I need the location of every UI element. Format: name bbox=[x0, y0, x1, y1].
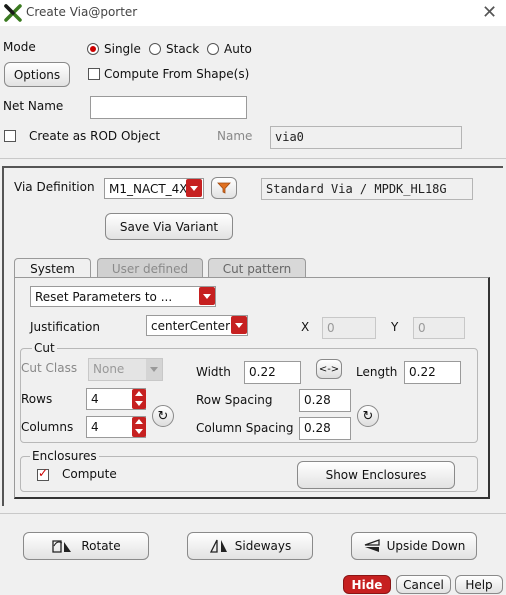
filter-button[interactable] bbox=[211, 177, 237, 199]
hide-button[interactable]: Hide bbox=[343, 575, 391, 594]
cut-class-label: Cut Class bbox=[21, 361, 78, 375]
x-input[interactable]: 0 bbox=[322, 317, 376, 339]
x-label: X bbox=[301, 320, 310, 334]
show-enclosures-button[interactable]: Show Enclosures bbox=[297, 461, 455, 489]
spacing-rotate-icon[interactable]: ↻ bbox=[357, 405, 379, 427]
width-label: Width bbox=[196, 365, 231, 379]
mode-stack-label: Stack bbox=[166, 42, 200, 56]
rows-columns-rotate-icon[interactable]: ↻ bbox=[152, 405, 174, 427]
options-button[interactable]: Options bbox=[4, 62, 70, 87]
cut-class-dropdown-icon[interactable] bbox=[146, 359, 162, 380]
reset-parameters-combo[interactable]: Reset Parameters to ... bbox=[30, 286, 216, 307]
filter-icon bbox=[217, 182, 231, 194]
enclosures-compute-checkbox[interactable] bbox=[37, 466, 49, 481]
net-name-input[interactable] bbox=[90, 96, 247, 119]
enclosures-compute-label: Compute bbox=[62, 467, 117, 481]
rod-name-input[interactable]: via0 bbox=[270, 126, 462, 149]
column-spacing-label: Column Spacing bbox=[196, 421, 294, 435]
close-icon[interactable]: ✕ bbox=[482, 2, 497, 23]
rotate-button[interactable]: Rotate bbox=[23, 532, 149, 560]
via-definition-dropdown-icon[interactable] bbox=[186, 179, 202, 197]
separator bbox=[0, 158, 506, 159]
enclosures-group-title: Enclosures bbox=[30, 449, 99, 463]
cut-class-value: None bbox=[93, 362, 125, 376]
tab-system[interactable]: System bbox=[14, 258, 91, 278]
mode-stack-radio[interactable] bbox=[149, 43, 161, 55]
mode-single-radio[interactable] bbox=[87, 43, 99, 55]
cancel-button[interactable]: Cancel bbox=[396, 575, 451, 594]
rotate-icon bbox=[52, 540, 72, 553]
sideways-button-label: Sideways bbox=[234, 539, 292, 553]
separator bbox=[0, 513, 506, 514]
save-via-variant-button[interactable]: Save Via Variant bbox=[105, 213, 233, 240]
mode-label: Mode bbox=[3, 40, 36, 54]
upside-down-icon bbox=[364, 539, 380, 552]
rod-name-label: Name bbox=[217, 129, 253, 143]
tab-user-defined[interactable]: User defined bbox=[97, 258, 203, 278]
create-rod-checkbox[interactable] bbox=[4, 130, 16, 142]
sideways-button[interactable]: Sideways bbox=[187, 532, 313, 560]
justification-dropdown-icon[interactable] bbox=[231, 316, 247, 334]
upside-down-button-label: Upside Down bbox=[386, 539, 466, 553]
cut-group-title: Cut bbox=[32, 341, 57, 355]
row-spacing-label: Row Spacing bbox=[196, 393, 273, 407]
justification-label: Justification bbox=[30, 320, 100, 334]
net-name-label: Net Name bbox=[3, 99, 64, 113]
rows-label: Rows bbox=[21, 392, 53, 406]
help-button[interactable]: Help bbox=[455, 575, 503, 594]
via-definition-value: M1_NACT_4X bbox=[109, 182, 188, 196]
mode-auto-radio[interactable] bbox=[207, 43, 219, 55]
via-definition-label: Via Definition bbox=[14, 180, 95, 194]
rows-spinner-icon[interactable] bbox=[132, 389, 146, 409]
mode-auto-label: Auto bbox=[224, 42, 252, 56]
window-title: Create Via@porter bbox=[26, 5, 138, 19]
mode-single-label: Single bbox=[104, 42, 141, 56]
length-label: Length bbox=[356, 365, 398, 379]
create-rod-label: Create as ROD Object bbox=[29, 129, 161, 143]
app-logo-icon bbox=[4, 4, 22, 22]
via-description-field: Standard Via / MPDK_HL18G bbox=[261, 178, 473, 200]
sideways-icon bbox=[209, 539, 227, 553]
rotate-button-label: Rotate bbox=[81, 539, 121, 553]
width-input[interactable]: 0.22 bbox=[244, 361, 301, 384]
tab-cut-pattern[interactable]: Cut pattern bbox=[208, 258, 306, 278]
length-input[interactable]: 0.22 bbox=[404, 361, 461, 384]
y-input[interactable]: 0 bbox=[413, 317, 465, 339]
reset-parameters-value: Reset Parameters to ... bbox=[35, 290, 173, 304]
columns-label: Columns bbox=[21, 420, 74, 434]
compute-from-shapes-label: Compute From Shape(s) bbox=[104, 67, 250, 81]
compute-from-shapes-checkbox[interactable] bbox=[88, 68, 100, 80]
reset-parameters-dropdown-icon[interactable] bbox=[199, 287, 215, 305]
column-spacing-input[interactable]: 0.28 bbox=[299, 417, 351, 440]
swap-width-length-button[interactable]: <-> bbox=[316, 359, 342, 379]
row-spacing-input[interactable]: 0.28 bbox=[299, 389, 351, 412]
columns-spinner-icon[interactable] bbox=[132, 417, 146, 437]
justification-value: centerCenter bbox=[151, 319, 230, 333]
y-label: Y bbox=[391, 320, 399, 334]
upside-down-button[interactable]: Upside Down bbox=[351, 532, 477, 560]
